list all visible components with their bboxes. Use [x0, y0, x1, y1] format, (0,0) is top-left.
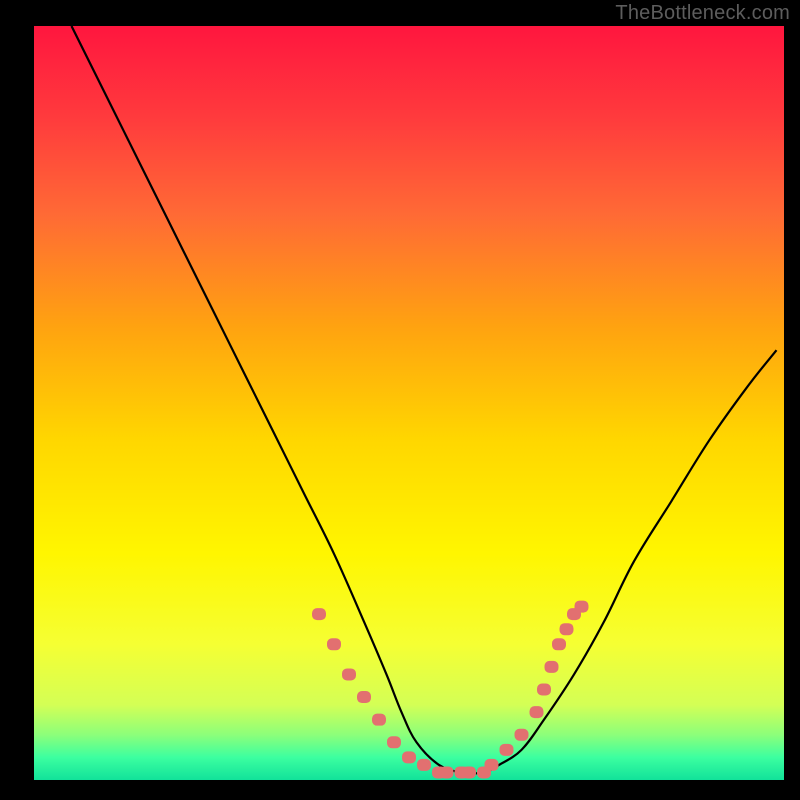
highlight-dot	[530, 706, 544, 718]
highlight-dot	[552, 638, 566, 650]
highlight-dot	[575, 601, 589, 613]
highlight-dot	[560, 623, 574, 635]
highlight-dot	[500, 744, 514, 756]
highlight-dot	[402, 751, 416, 763]
highlight-dot	[312, 608, 326, 620]
highlight-dot	[515, 729, 529, 741]
highlight-dot	[372, 714, 386, 726]
highlight-dot	[327, 638, 341, 650]
highlight-dot	[462, 766, 476, 778]
highlight-dot	[545, 661, 559, 673]
highlight-dot	[485, 759, 499, 771]
highlight-dot	[387, 736, 401, 748]
chart-canvas	[0, 0, 800, 800]
highlight-dot	[342, 668, 356, 680]
highlight-dot	[537, 684, 551, 696]
highlight-dot	[440, 766, 454, 778]
chart-frame: TheBottleneck.com	[0, 0, 800, 800]
highlight-dot	[417, 759, 431, 771]
highlight-dot	[357, 691, 371, 703]
plot-background	[34, 26, 784, 780]
watermark-text: TheBottleneck.com	[615, 2, 790, 25]
